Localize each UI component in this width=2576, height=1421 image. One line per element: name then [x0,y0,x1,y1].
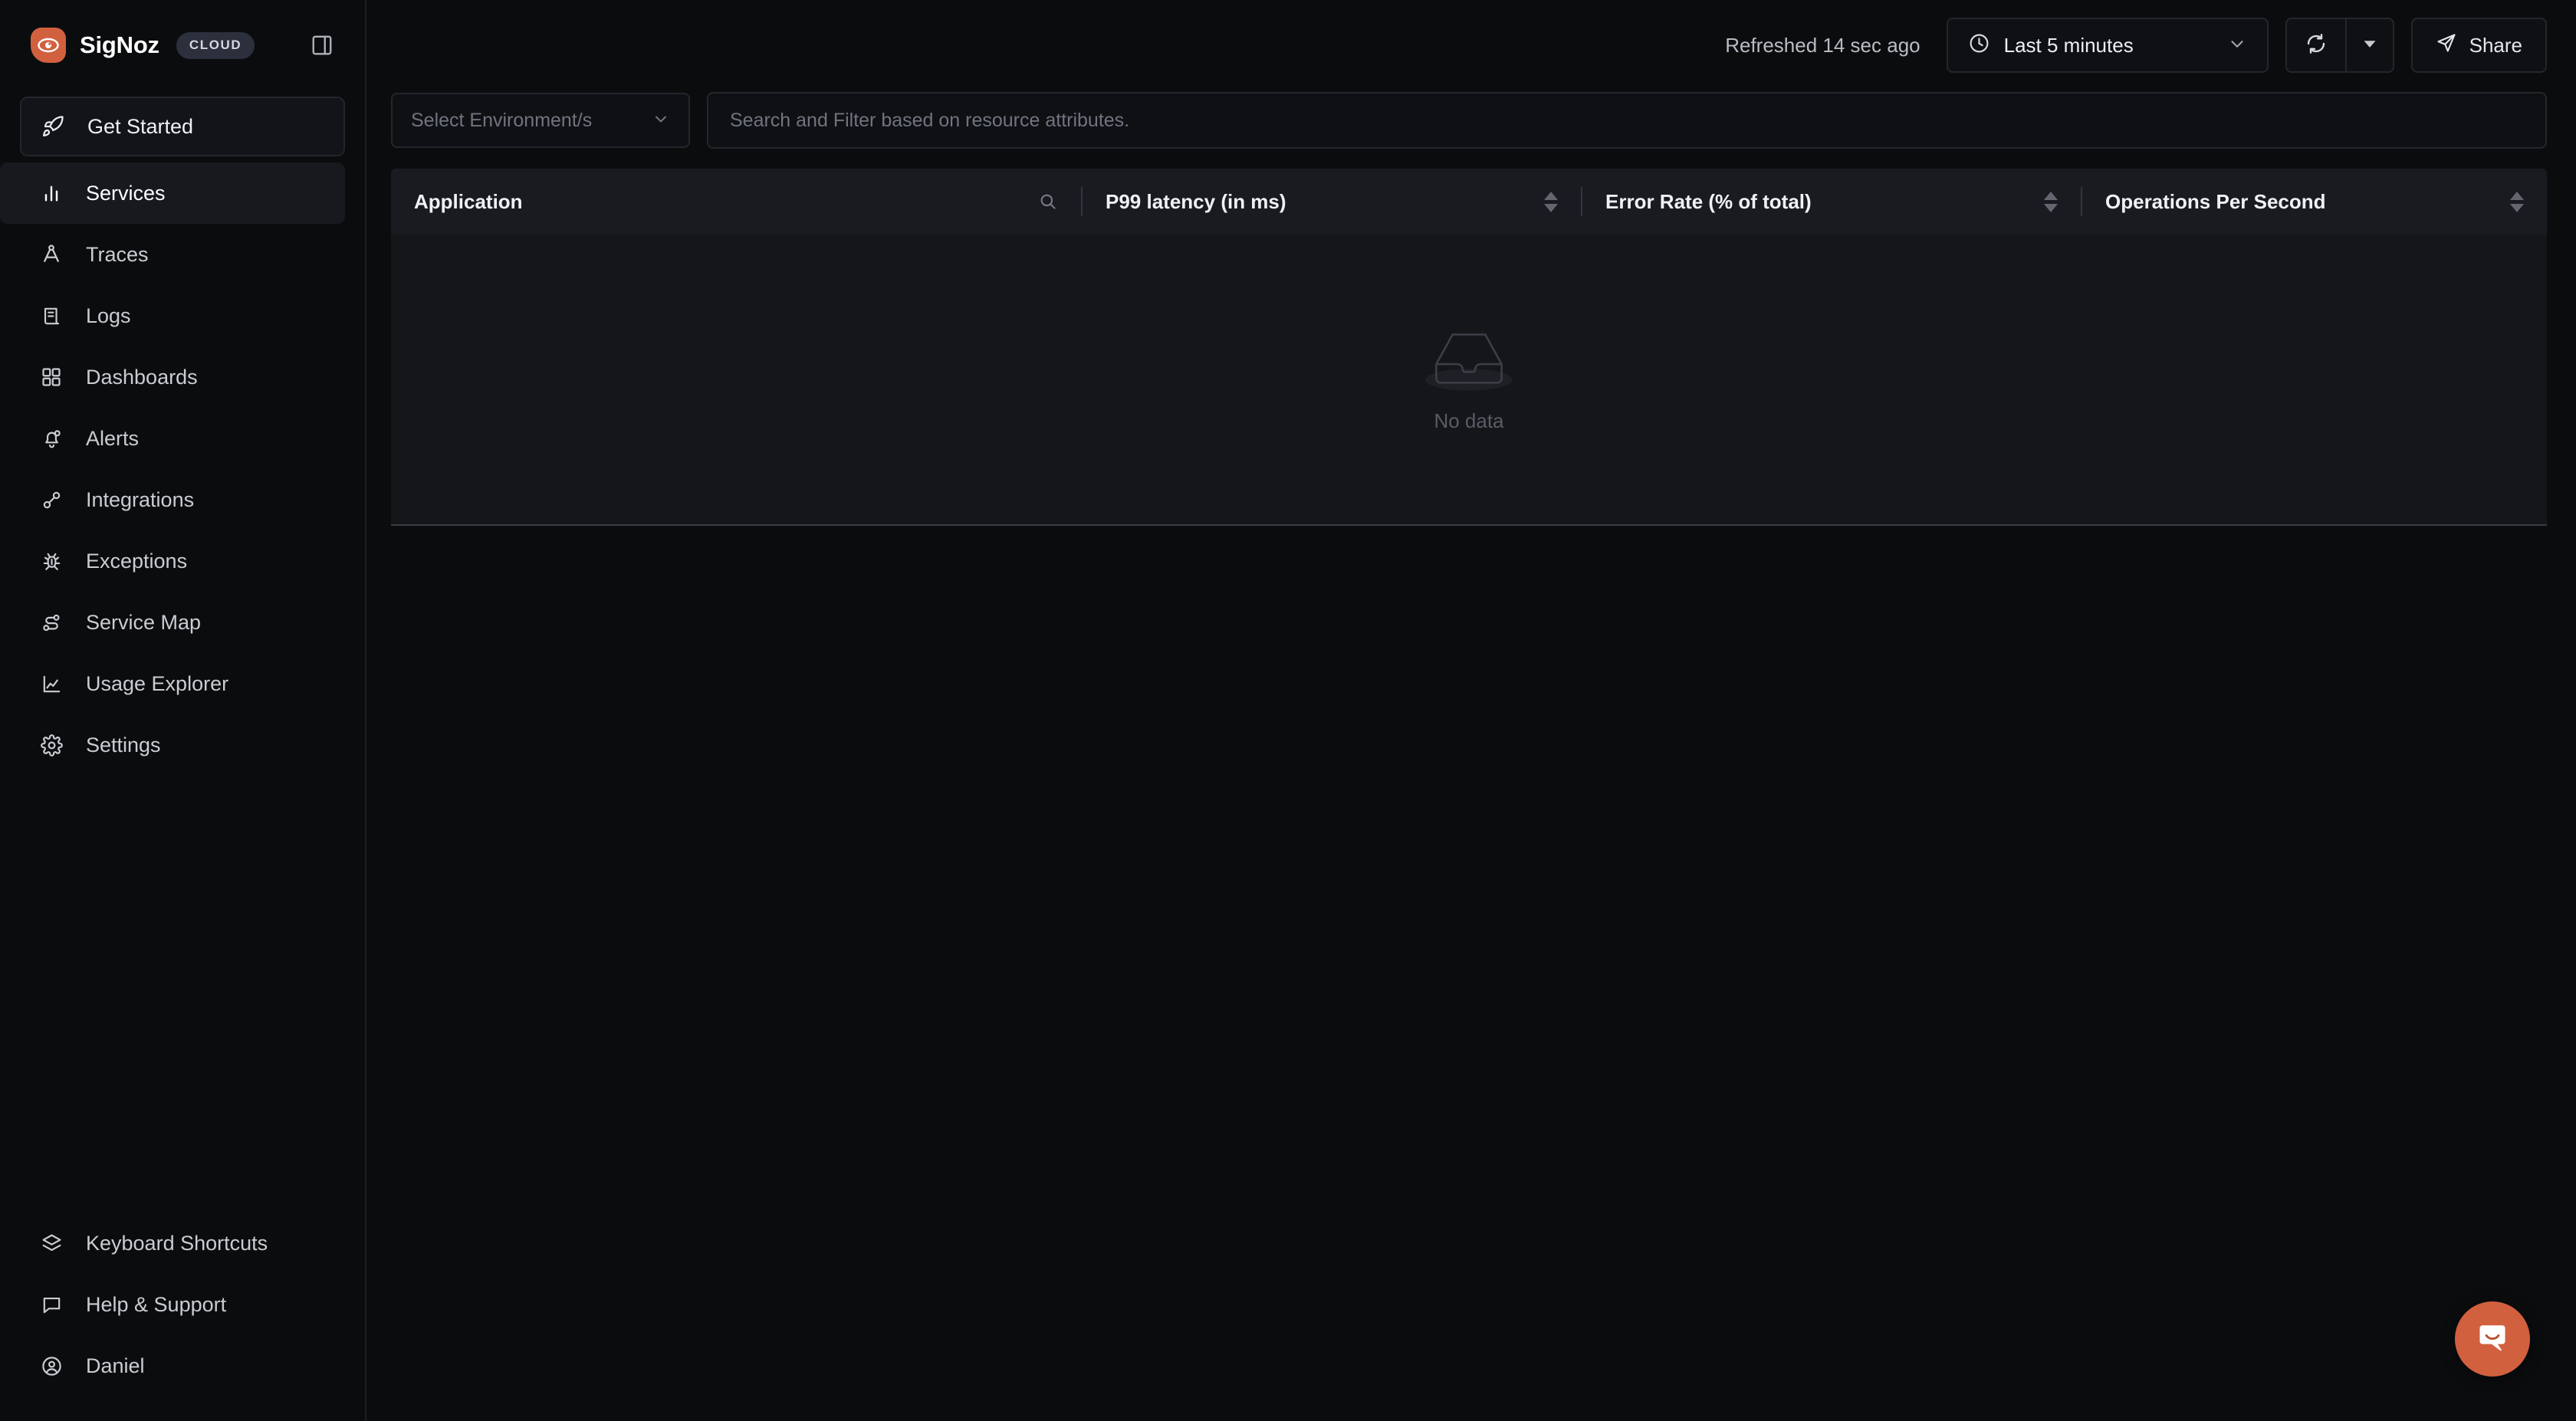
traces-icon [38,241,64,267]
sidebar-item-label: Alerts [86,426,140,450]
filter-row: Select Environment/s Search and Filter b… [366,90,2576,150]
signoz-eye-logo [31,28,66,63]
sidebar-item-traces[interactable]: Traces [0,224,345,285]
sort-toggle-icon[interactable] [1544,191,1558,212]
sidebar-item-service-map[interactable]: Service Map [0,592,345,653]
column-header-p99-latency[interactable]: P99 latency (in ms) [1083,169,1581,235]
sidebar-item-label: Daniel [86,1354,145,1377]
column-header-error-rate[interactable]: Error Rate (% of total) [1582,169,2081,235]
sidebar-item-integrations[interactable]: Integrations [0,469,345,530]
share-label: Share [2469,33,2522,57]
chevron-down-icon [2227,34,2247,57]
search-placeholder: Search and Filter based on resource attr… [730,109,1130,131]
app-root: SigNoz CLOUD Get Started Services Traces… [0,0,2576,1421]
bar-chart-icon [38,180,64,206]
table-body: No data [391,235,2547,526]
time-range-label: Last 5 minutes [2003,33,2134,57]
layers-icon [38,1230,64,1256]
share-button[interactable]: Share [2410,18,2547,73]
search-filter-input[interactable]: Search and Filter based on resource attr… [707,92,2547,149]
sidebar-toggle-icon[interactable] [305,28,339,62]
rocket-icon [40,113,66,139]
sidebar-item-keyboard-shortcuts[interactable]: Keyboard Shortcuts [0,1213,345,1274]
sidebar-item-get-started[interactable]: Get Started [20,97,345,156]
bell-icon [38,425,64,451]
empty-box-icon [1419,326,1519,399]
sidebar-item-label: Keyboard Shortcuts [86,1231,268,1255]
environment-select[interactable]: Select Environment/s [391,93,690,148]
sidebar-item-user-profile[interactable]: Daniel [0,1335,345,1396]
services-table: Application P99 latency (in ms) Error Ra… [391,169,2547,526]
user-circle-icon [38,1353,64,1379]
column-header-operations-per-second[interactable]: Operations Per Second [2082,169,2547,235]
column-label: Error Rate (% of total) [1605,189,1812,213]
time-range-picker[interactable]: Last 5 minutes [1946,18,2269,73]
paper-plane-icon [2436,32,2457,59]
sidebar-item-services[interactable]: Services [0,162,345,224]
sidebar-item-label: Usage Explorer [86,671,229,695]
logs-scroll-icon [38,303,64,329]
sidebar-item-label: Integrations [86,487,195,511]
brand-row: SigNoz CLOUD [0,0,365,90]
sidebar-primary-nav: Get Started Services Traces Logs Dashboa… [0,90,365,776]
refresh-icon [2305,32,2328,59]
empty-state: No data [1419,326,1519,433]
column-label: Application [414,189,523,213]
table-header-row: Application P99 latency (in ms) Error Ra… [391,169,2547,235]
intercom-chat-icon [2475,1320,2510,1359]
caret-down-icon [2362,36,2377,55]
sidebar-item-dashboards[interactable]: Dashboards [0,346,345,408]
top-toolbar: Refreshed 14 sec ago Last 5 minutes Shar… [366,0,2576,90]
main-content: Refreshed 14 sec ago Last 5 minutes Shar… [366,0,2576,1421]
gear-icon [38,732,64,758]
sidebar-item-label: Logs [86,304,131,327]
search-icon[interactable] [1038,192,1058,212]
refresh-button-group [2285,18,2394,73]
bug-icon [38,548,64,574]
sort-toggle-icon[interactable] [2044,191,2058,212]
brand-name: SigNoz [80,31,159,58]
sidebar-item-label: Settings [86,733,161,756]
sidebar-item-label: Get Started [87,114,194,138]
column-header-application[interactable]: Application [391,169,1081,235]
refresh-interval-dropdown[interactable] [2344,18,2394,73]
refresh-button[interactable] [2285,18,2345,73]
sidebar-item-label: Exceptions [86,549,188,573]
clock-icon [1968,32,1990,58]
column-label: Operations Per Second [2105,189,2326,213]
sidebar-item-label: Dashboards [86,365,198,389]
chevron-down-icon [652,110,670,132]
plug-icon [38,487,64,513]
empty-state-label: No data [1434,409,1504,432]
sidebar-item-label: Help & Support [86,1292,227,1316]
sidebar-item-alerts[interactable]: Alerts [0,408,345,469]
environment-placeholder: Select Environment/s [411,109,593,131]
sidebar-item-help-support[interactable]: Help & Support [0,1274,345,1335]
sort-toggle-icon[interactable] [2510,191,2524,212]
sidebar-item-exceptions[interactable]: Exceptions [0,530,345,592]
service-map-icon [38,609,64,635]
sidebar-secondary-nav: Keyboard Shortcuts Help & Support Daniel [0,1213,365,1421]
sidebar-item-logs[interactable]: Logs [0,285,345,346]
sidebar-item-label: Service Map [86,610,202,634]
refreshed-status: Refreshed 14 sec ago [1725,33,1921,57]
sidebar-item-settings[interactable]: Settings [0,714,345,776]
sidebar: SigNoz CLOUD Get Started Services Traces… [0,0,366,1421]
chat-bubble-icon [38,1291,64,1318]
column-label: P99 latency (in ms) [1106,189,1286,213]
cloud-badge: CLOUD [176,31,255,59]
area-chart-icon [38,671,64,697]
sidebar-item-label: Services [86,181,166,205]
sidebar-item-usage-explorer[interactable]: Usage Explorer [0,653,345,714]
sidebar-item-label: Traces [86,242,149,266]
intercom-chat-button[interactable] [2455,1301,2530,1377]
grid-icon [38,364,64,390]
